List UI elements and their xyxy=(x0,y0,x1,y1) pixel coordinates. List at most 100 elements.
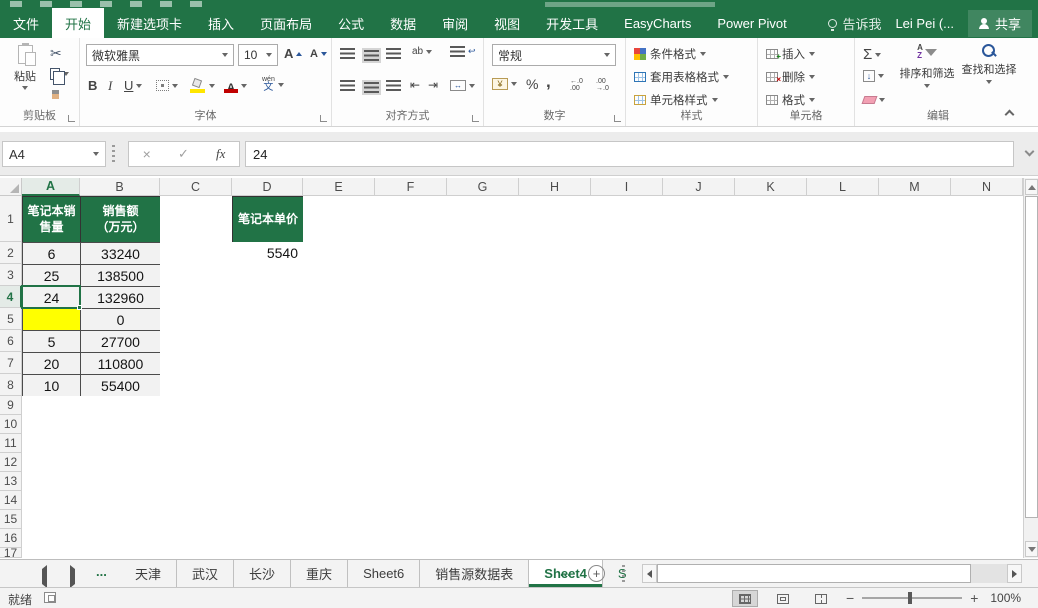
cell-L4[interactable] xyxy=(807,286,880,309)
cell-F12[interactable] xyxy=(375,453,448,473)
cell-H14[interactable] xyxy=(519,491,592,511)
cell-J4[interactable] xyxy=(663,286,736,309)
cell-A6[interactable]: 5 xyxy=(22,330,81,353)
vertical-scrollbar[interactable] xyxy=(1023,178,1038,558)
cell-A1[interactable]: 笔记本销售量 xyxy=(22,196,81,243)
orientation-button[interactable]: ab xyxy=(412,46,432,57)
column-header-H[interactable]: H xyxy=(519,178,591,196)
cell-K5[interactable] xyxy=(735,308,808,331)
cell-K1[interactable] xyxy=(735,196,808,243)
cell-D6[interactable] xyxy=(232,330,304,353)
cell-A12[interactable] xyxy=(22,453,81,473)
column-header-C[interactable]: C xyxy=(160,178,232,196)
cell-F3[interactable] xyxy=(375,264,448,287)
bold-button[interactable]: B xyxy=(88,78,97,93)
cell-J13[interactable] xyxy=(663,472,736,492)
cell-H16[interactable] xyxy=(519,529,592,549)
cell-B2[interactable]: 33240 xyxy=(80,242,161,265)
horizontal-scroll-thumb[interactable] xyxy=(657,564,971,583)
cell-I2[interactable] xyxy=(591,242,664,265)
cell-I3[interactable] xyxy=(591,264,664,287)
ribbon-tab-file[interactable]: 文件 xyxy=(0,8,52,38)
number-format-select[interactable]: 常规 xyxy=(492,44,616,66)
cell-C10[interactable] xyxy=(160,415,233,435)
font-name-select[interactable]: 微软雅黑 xyxy=(86,44,234,66)
row-header-3[interactable]: 3 xyxy=(0,264,22,286)
grow-font-button[interactable]: A xyxy=(284,46,302,61)
cell-H2[interactable] xyxy=(519,242,592,265)
row-header-5[interactable]: 5 xyxy=(0,308,22,330)
cell-A5[interactable] xyxy=(22,308,81,331)
cell-H11[interactable] xyxy=(519,434,592,454)
cell-M14[interactable] xyxy=(879,491,952,511)
number-dialog-launcher[interactable] xyxy=(614,115,621,122)
cell-C6[interactable] xyxy=(160,330,233,353)
zoom-level[interactable]: 100% xyxy=(990,591,1021,605)
copy-button[interactable] xyxy=(50,68,69,80)
cell-B16[interactable] xyxy=(80,529,161,549)
cell-F10[interactable] xyxy=(375,415,448,435)
sheet-nav-right[interactable] xyxy=(70,569,75,584)
cell-J9[interactable] xyxy=(663,396,736,416)
cell-E15[interactable] xyxy=(303,510,376,530)
cell-I17[interactable] xyxy=(591,548,664,558)
ribbon-tab-power-pivot[interactable]: Power Pivot xyxy=(704,8,799,38)
cell-G14[interactable] xyxy=(447,491,520,511)
cell-E2[interactable] xyxy=(303,242,376,265)
cell-N16[interactable] xyxy=(951,529,1023,549)
cell-J15[interactable] xyxy=(663,510,736,530)
cell-C8[interactable] xyxy=(160,374,233,397)
sort-filter-button[interactable]: AZ 排序和筛选 xyxy=(897,44,957,88)
row-header-10[interactable]: 10 xyxy=(0,415,22,434)
cell-A10[interactable] xyxy=(22,415,81,435)
cell-G10[interactable] xyxy=(447,415,520,435)
cell-G1[interactable] xyxy=(447,196,520,243)
cell-M9[interactable] xyxy=(879,396,952,416)
cell-K17[interactable] xyxy=(735,548,808,558)
cell-H17[interactable] xyxy=(519,548,592,558)
cell-A9[interactable] xyxy=(22,396,81,416)
cell-M17[interactable] xyxy=(879,548,952,558)
cell-E10[interactable] xyxy=(303,415,376,435)
cell-M8[interactable] xyxy=(879,374,952,397)
cell-D7[interactable] xyxy=(232,352,304,375)
align-left-button[interactable] xyxy=(340,80,355,91)
cell-G11[interactable] xyxy=(447,434,520,454)
cell-G7[interactable] xyxy=(447,352,520,375)
share-button[interactable]: 共享 xyxy=(968,10,1032,37)
cell-I12[interactable] xyxy=(591,453,664,473)
cell-E13[interactable] xyxy=(303,472,376,492)
ribbon-tab-review[interactable]: 审阅 xyxy=(429,8,481,38)
cell-A8[interactable]: 10 xyxy=(22,374,81,397)
cell-B13[interactable] xyxy=(80,472,161,492)
cell-M7[interactable] xyxy=(879,352,952,375)
cell-D5[interactable] xyxy=(232,308,304,331)
cell-B3[interactable]: 138500 xyxy=(80,264,161,287)
cell-H3[interactable] xyxy=(519,264,592,287)
row-header-13[interactable]: 13 xyxy=(0,472,22,491)
cell-K13[interactable] xyxy=(735,472,808,492)
column-header-E[interactable]: E xyxy=(303,178,375,196)
format-as-table-button[interactable]: 套用表格格式 xyxy=(634,69,729,85)
cell-D8[interactable] xyxy=(232,374,304,397)
cell-A7[interactable]: 20 xyxy=(22,352,81,375)
cell-D9[interactable] xyxy=(232,396,304,416)
cell-L5[interactable] xyxy=(807,308,880,331)
cell-E5[interactable] xyxy=(303,308,376,331)
shrink-font-button[interactable]: A xyxy=(310,48,327,60)
cell-C17[interactable] xyxy=(160,548,233,558)
column-header-K[interactable]: K xyxy=(735,178,807,196)
scroll-down-button[interactable] xyxy=(1025,541,1038,557)
underline-button[interactable]: U xyxy=(124,78,142,93)
cell-H8[interactable] xyxy=(519,374,592,397)
font-color-button[interactable]: A xyxy=(224,78,247,93)
cell-C3[interactable] xyxy=(160,264,233,287)
macro-record-icon[interactable] xyxy=(44,592,56,603)
sheet-nav-left[interactable] xyxy=(42,569,47,584)
align-center-button[interactable] xyxy=(362,80,381,95)
cell-B11[interactable] xyxy=(80,434,161,454)
cell-C11[interactable] xyxy=(160,434,233,454)
column-header-B[interactable]: B xyxy=(80,178,160,196)
cell-E3[interactable] xyxy=(303,264,376,287)
cell-L1[interactable] xyxy=(807,196,880,243)
